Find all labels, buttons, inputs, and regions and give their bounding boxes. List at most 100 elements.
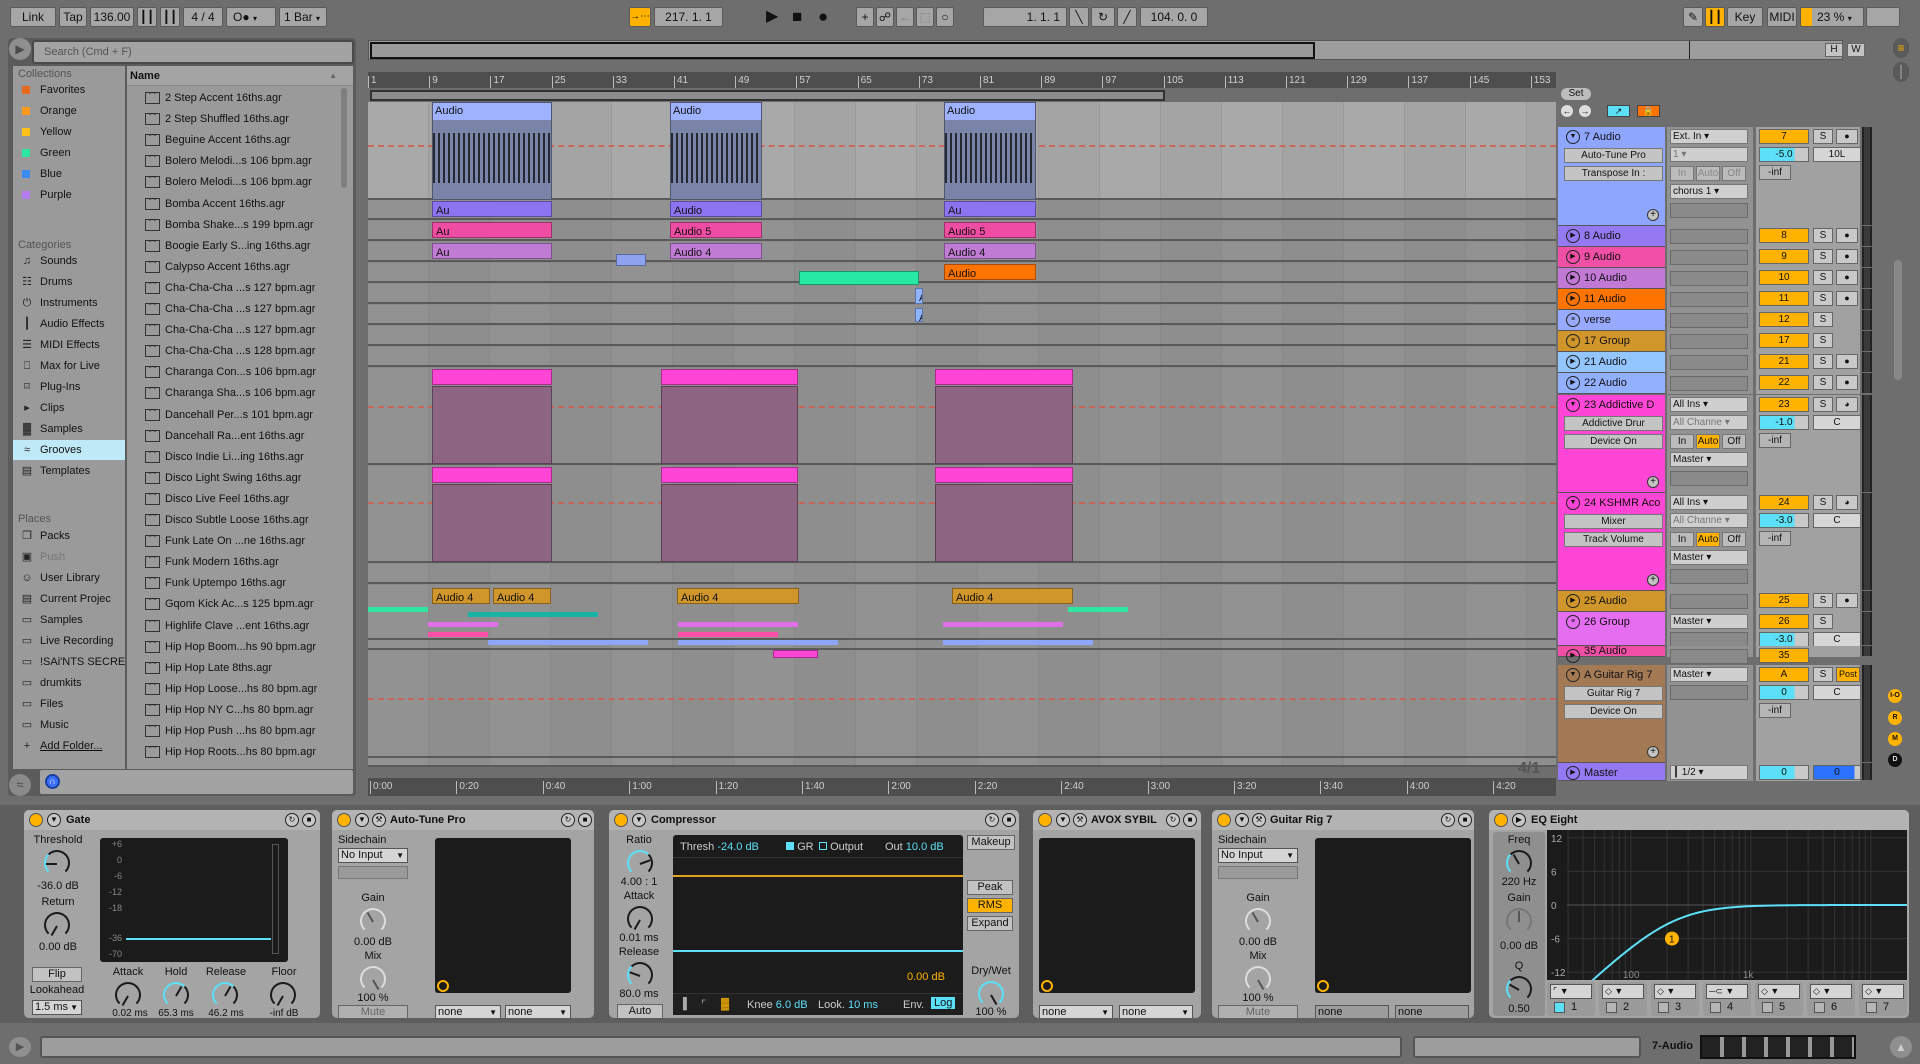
computer-midi-keyboard-button[interactable]: ┃┃	[1705, 7, 1725, 27]
clip-slot[interactable]	[1670, 334, 1748, 349]
track-header[interactable]: 24 KSHMR Aco ▼ Mixer Track Volume +	[1558, 493, 1665, 591]
clip-slot[interactable]	[1670, 355, 1748, 370]
macro-knob[interactable]	[437, 980, 449, 992]
attack-knob[interactable]	[627, 906, 653, 932]
output-select[interactable]: chorus 1 ▾	[1670, 184, 1748, 199]
arm-button[interactable]: ◕	[1836, 397, 1858, 412]
filter-type-select[interactable]: ─⊂ ▼	[1706, 984, 1748, 999]
track-header[interactable]: Master ▶	[1558, 763, 1665, 781]
add-automation-lane-icon[interactable]: +	[1647, 746, 1659, 758]
tempo-nudge-up-button[interactable]: ┃┃	[160, 7, 180, 27]
list-item[interactable]: ⁀ Funk Uptempo 16ths.agr	[145, 573, 286, 594]
output-select[interactable]: Master ▾	[1670, 452, 1748, 467]
track-header[interactable]: 25 Audio ▶	[1558, 591, 1665, 612]
threshold-knob[interactable]	[44, 850, 70, 876]
drywet-knob[interactable]	[978, 981, 1004, 1007]
group-fold-icon[interactable]: ≡	[1566, 313, 1580, 327]
midi-clip-body[interactable]	[661, 484, 798, 562]
group-lane-clip[interactable]	[943, 622, 1063, 627]
hot-swap-icon[interactable]: ↻	[985, 813, 999, 827]
group-clip[interactable]	[799, 271, 919, 285]
optimize-width-button[interactable]: W	[1847, 43, 1865, 57]
track-header[interactable]: verse ≡	[1558, 310, 1665, 331]
automation-device-select[interactable]: Auto-Tune Pro	[1564, 148, 1663, 163]
arrangement-clip[interactable]: Audio 4	[952, 588, 1073, 604]
save-preset-icon[interactable]: ■	[1183, 813, 1197, 827]
track-header[interactable]: A Guitar Rig 7 ▼ Guitar Rig 7 Device On +	[1558, 665, 1665, 763]
track-fold-icon[interactable]: ▶	[1566, 376, 1580, 390]
name-column-header[interactable]: Name ▲	[127, 66, 353, 86]
gr-checkbox[interactable]	[786, 842, 794, 850]
monitor-in-button[interactable]: In	[1670, 532, 1694, 547]
track-activator-button[interactable]: 35	[1759, 648, 1809, 663]
track-header[interactable]: 35 Audio ▶	[1558, 646, 1665, 663]
group-fold-icon[interactable]: ≡	[1566, 615, 1580, 629]
clip-slot[interactable]	[1670, 229, 1748, 244]
sidebar-item-drums[interactable]: ☷ Drums	[13, 272, 125, 292]
sidechain-channel-select[interactable]	[338, 866, 408, 879]
clip-slot[interactable]	[1670, 649, 1748, 664]
knee-value[interactable]: 6.0 dB	[776, 999, 808, 1011]
output-select[interactable]: Master ▾	[1670, 614, 1748, 629]
arrangement-clip[interactable]: Au	[432, 243, 552, 259]
expand-button[interactable]: Expand	[967, 916, 1013, 931]
loop-brace[interactable]	[370, 90, 1165, 101]
device-power-button[interactable]	[614, 813, 628, 827]
returns-toggle[interactable]: R	[1888, 711, 1902, 725]
add-automation-lane-icon[interactable]: +	[1647, 209, 1659, 221]
thresh-value[interactable]: -24.0 dB	[717, 841, 759, 853]
track-fold-icon[interactable]: ▼	[1566, 130, 1580, 144]
input-type-select[interactable]: Ext. In ▾	[1670, 129, 1748, 144]
expand-icon[interactable]: ▶	[1512, 813, 1526, 827]
monitor-off-button[interactable]: Off	[1722, 434, 1746, 449]
monitor-auto-button[interactable]: Auto	[1696, 166, 1720, 181]
list-item[interactable]: ⁀ Hip Hop Roots...hs 80 bpm.agr	[145, 742, 316, 763]
back-to-arrangement-button[interactable]: ←	[896, 7, 914, 27]
sidebar-item-templates[interactable]: ▤ Templates	[13, 461, 125, 481]
track-fold-icon[interactable]: ▼	[1566, 398, 1580, 412]
metronome-button[interactable]: O● ▾	[226, 7, 276, 27]
save-preset-icon[interactable]: ■	[578, 813, 592, 827]
track-fold-icon[interactable]: ▶	[1566, 292, 1580, 306]
track-fold-icon[interactable]: ▶	[1566, 250, 1580, 264]
list-item[interactable]: ⁀ Charanga Con...s 106 bpm.agr	[145, 362, 316, 383]
gain-knob[interactable]	[360, 908, 386, 934]
track-scrollbar[interactable]	[1894, 260, 1902, 380]
track-activator-button[interactable]: 26	[1759, 614, 1809, 629]
solo-button[interactable]: S	[1813, 312, 1833, 327]
clip-slot[interactable]	[1670, 292, 1748, 307]
track-fold-icon[interactable]: ▶	[1566, 229, 1580, 243]
track-activator-button[interactable]: A	[1759, 667, 1809, 682]
show-browser-button[interactable]: ▶	[9, 1037, 31, 1057]
track-header[interactable]: 22 Audio ▶	[1558, 373, 1665, 394]
filter-type-select[interactable]: ◇ ▼	[1758, 984, 1800, 999]
loop-start-field[interactable]: 1. 1. 1	[983, 7, 1067, 27]
io-toggle[interactable]: I-O	[1888, 689, 1902, 703]
arrangement-position-field[interactable]: 217. 1. 1	[654, 7, 723, 27]
track-activator-button[interactable]: 23	[1759, 397, 1809, 412]
list-item[interactable]: ⁀ Boogie Early S...ing 16ths.agr	[145, 236, 311, 257]
add-automation-lane-icon[interactable]: +	[1647, 476, 1659, 488]
band-enable-toggle[interactable]	[1710, 1002, 1721, 1013]
midi-clip-header[interactable]	[661, 467, 798, 483]
list-item[interactable]: ⁀ Funk Modern 16ths.agr	[145, 552, 279, 573]
track-activator-button[interactable]: 12	[1759, 312, 1809, 327]
tap-tempo-button[interactable]: Tap	[59, 7, 87, 27]
monitor-auto-button[interactable]: Auto	[1696, 532, 1720, 547]
freq-knob[interactable]	[1506, 850, 1532, 876]
track-header[interactable]: 11 Audio ▶	[1558, 289, 1665, 310]
list-item[interactable]: ⁀ Bolero Melodi...s 106 bpm.agr	[145, 172, 312, 193]
track-activator-button[interactable]: 24	[1759, 495, 1809, 510]
macro-select-2[interactable]: none ▼	[1119, 1005, 1193, 1018]
track-activator-button[interactable]: 22	[1759, 375, 1809, 390]
link-button[interactable]: Link	[10, 7, 56, 27]
arrangement-clip[interactable]: Audio 4	[493, 588, 551, 604]
group-lane-clip[interactable]	[678, 632, 778, 637]
list-item[interactable]: ⁀ 2 Step Shuffled 16ths.agr	[145, 109, 289, 130]
punch-in-button[interactable]: ╲	[1069, 7, 1089, 27]
solo-button[interactable]: S	[1813, 495, 1833, 510]
group-lane-clip[interactable]	[468, 612, 598, 617]
track-fold-icon[interactable]: ▶	[1566, 594, 1580, 608]
midi-clip-header[interactable]	[432, 369, 552, 385]
output-channel-select[interactable]	[1670, 569, 1748, 584]
